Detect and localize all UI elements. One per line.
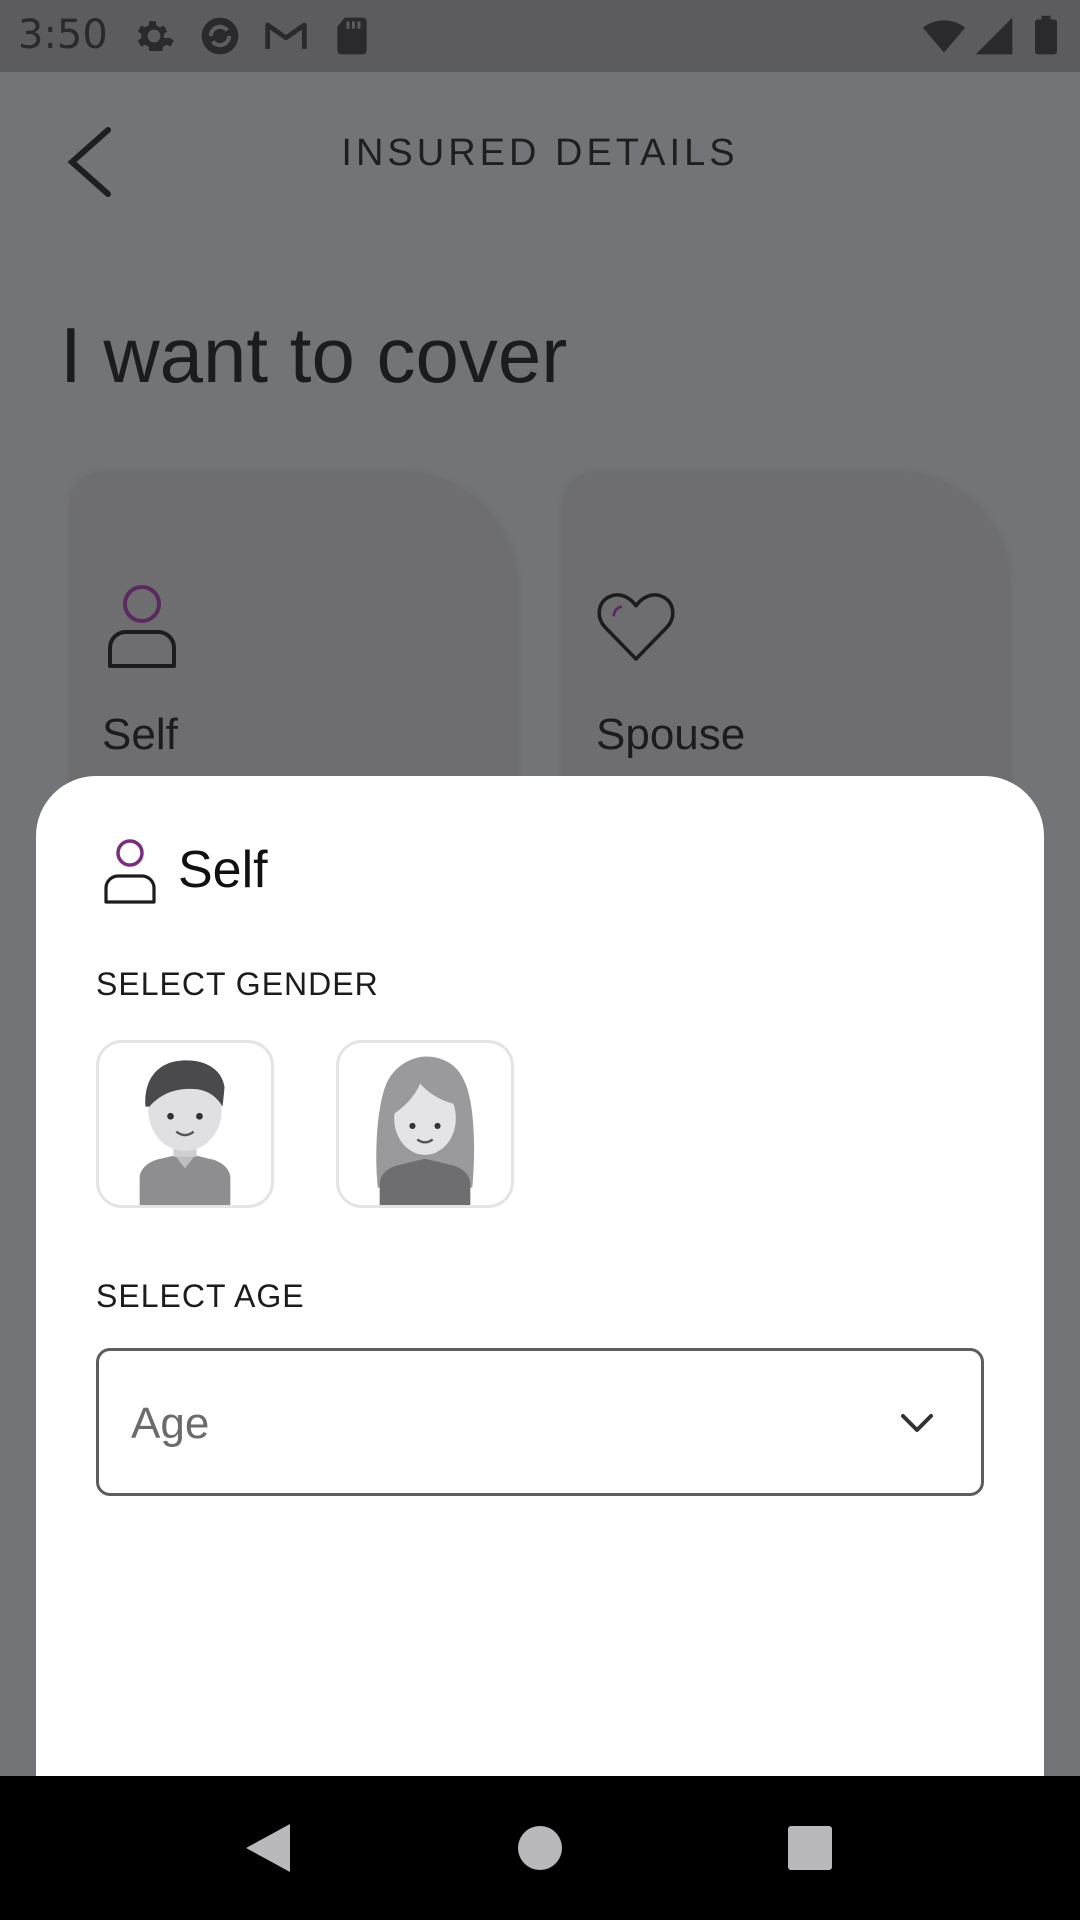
gear-icon	[137, 21, 174, 52]
gender-label: SELECT GENDER	[96, 966, 379, 1002]
system-nav-bar	[0, 1776, 1080, 1920]
gender-female-option[interactable]	[336, 1040, 514, 1208]
page-title: INSURED DETAILS	[341, 132, 739, 174]
heart-icon	[597, 593, 675, 661]
sync-icon	[201, 17, 239, 55]
signal-icon	[975, 17, 1013, 55]
chevron-down-icon	[901, 1414, 933, 1432]
app-bar: INSURED DETAILS	[0, 72, 1080, 242]
card-label: Self	[102, 710, 178, 759]
bottom-sheet: Self SELECT GENDER SELECT AGE Age	[36, 776, 1044, 1776]
recents-square-icon[interactable]	[776, 1814, 844, 1882]
sheet-title: Self	[178, 841, 268, 899]
battery-icon	[1035, 15, 1057, 55]
age-placeholder: Age	[131, 1399, 210, 1448]
status-bar: 3:50	[0, 0, 1080, 72]
status-time: 3:50	[18, 12, 108, 58]
home-circle-icon[interactable]	[506, 1814, 574, 1882]
female-avatar-icon	[376, 1056, 475, 1205]
person-icon	[108, 585, 176, 668]
wifi-icon	[922, 20, 966, 53]
cover-heading: I want to cover	[60, 311, 568, 399]
back-triangle-icon[interactable]	[234, 1814, 302, 1882]
gender-male-option[interactable]	[96, 1040, 274, 1208]
sd-card-icon	[337, 17, 367, 55]
male-avatar-icon	[139, 1060, 231, 1205]
age-label: SELECT AGE	[96, 1278, 305, 1314]
person-icon	[104, 839, 156, 904]
card-label: Spouse	[596, 710, 746, 759]
gmail-icon	[265, 22, 307, 49]
age-dropdown[interactable]: Age	[96, 1348, 984, 1496]
